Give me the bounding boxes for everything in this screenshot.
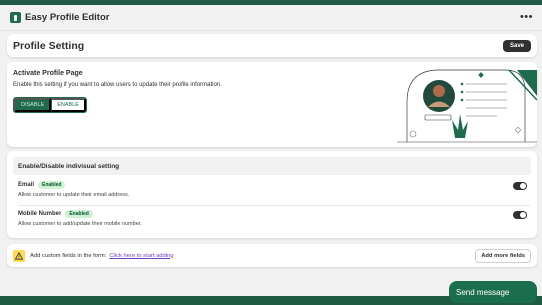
disable-button[interactable]: DISABLE: [14, 98, 52, 112]
activate-toggle-group: DISABLE ENABLE: [13, 97, 87, 113]
row-divider: [18, 205, 530, 206]
email-status-badge: Enabled: [38, 181, 66, 189]
app-title: Easy Profile Editor: [25, 12, 110, 23]
mobile-setting-row: Mobile Number Enabled Allow customer to …: [18, 210, 530, 227]
activate-description: Enable this setting if you want to allow…: [13, 82, 222, 88]
app-bar: Easy Profile Editor •••: [0, 5, 542, 31]
mobile-toggle-switch[interactable]: [513, 211, 527, 219]
email-label: Email: [18, 182, 35, 188]
profile-illustration: [397, 69, 537, 143]
mobile-status-badge: Enabled: [65, 210, 93, 218]
mobile-label: Mobile Number: [18, 211, 62, 217]
warning-icon: [13, 249, 25, 262]
page-title: Profile Setting: [13, 39, 85, 52]
custom-fields-text: Add custom fields in the form:: [30, 252, 107, 259]
send-message-label: Send message: [456, 287, 510, 297]
email-toggle-switch[interactable]: [513, 182, 527, 190]
activate-profile-card: Activate Profile Page Enable this settin…: [7, 62, 537, 147]
activate-title: Activate Profile Page: [13, 70, 83, 77]
app-logo-icon: [10, 12, 21, 23]
add-more-fields-button[interactable]: Add more fields: [475, 249, 531, 263]
individual-settings-heading: Enable/Disable indivisual setting: [13, 157, 531, 175]
custom-fields-banner: Add custom fields in the form: Click her…: [7, 244, 537, 267]
save-button[interactable]: Save: [502, 39, 531, 52]
email-setting-row: Email Enabled Allow customer to update t…: [18, 181, 530, 198]
mobile-description: Allow customer to add/update their mobil…: [18, 221, 142, 227]
send-message-button[interactable]: Send message: [449, 281, 537, 303]
ellipsis-icon[interactable]: •••: [520, 12, 533, 23]
page-header-card: Profile Setting Save: [7, 34, 537, 57]
enable-button[interactable]: ENABLE: [51, 98, 86, 112]
custom-fields-link[interactable]: Click here to start adding: [109, 253, 173, 259]
individual-settings-card: Enable/Disable indivisual setting Email …: [7, 151, 537, 238]
email-description: Allow customer to update their email add…: [18, 192, 130, 198]
